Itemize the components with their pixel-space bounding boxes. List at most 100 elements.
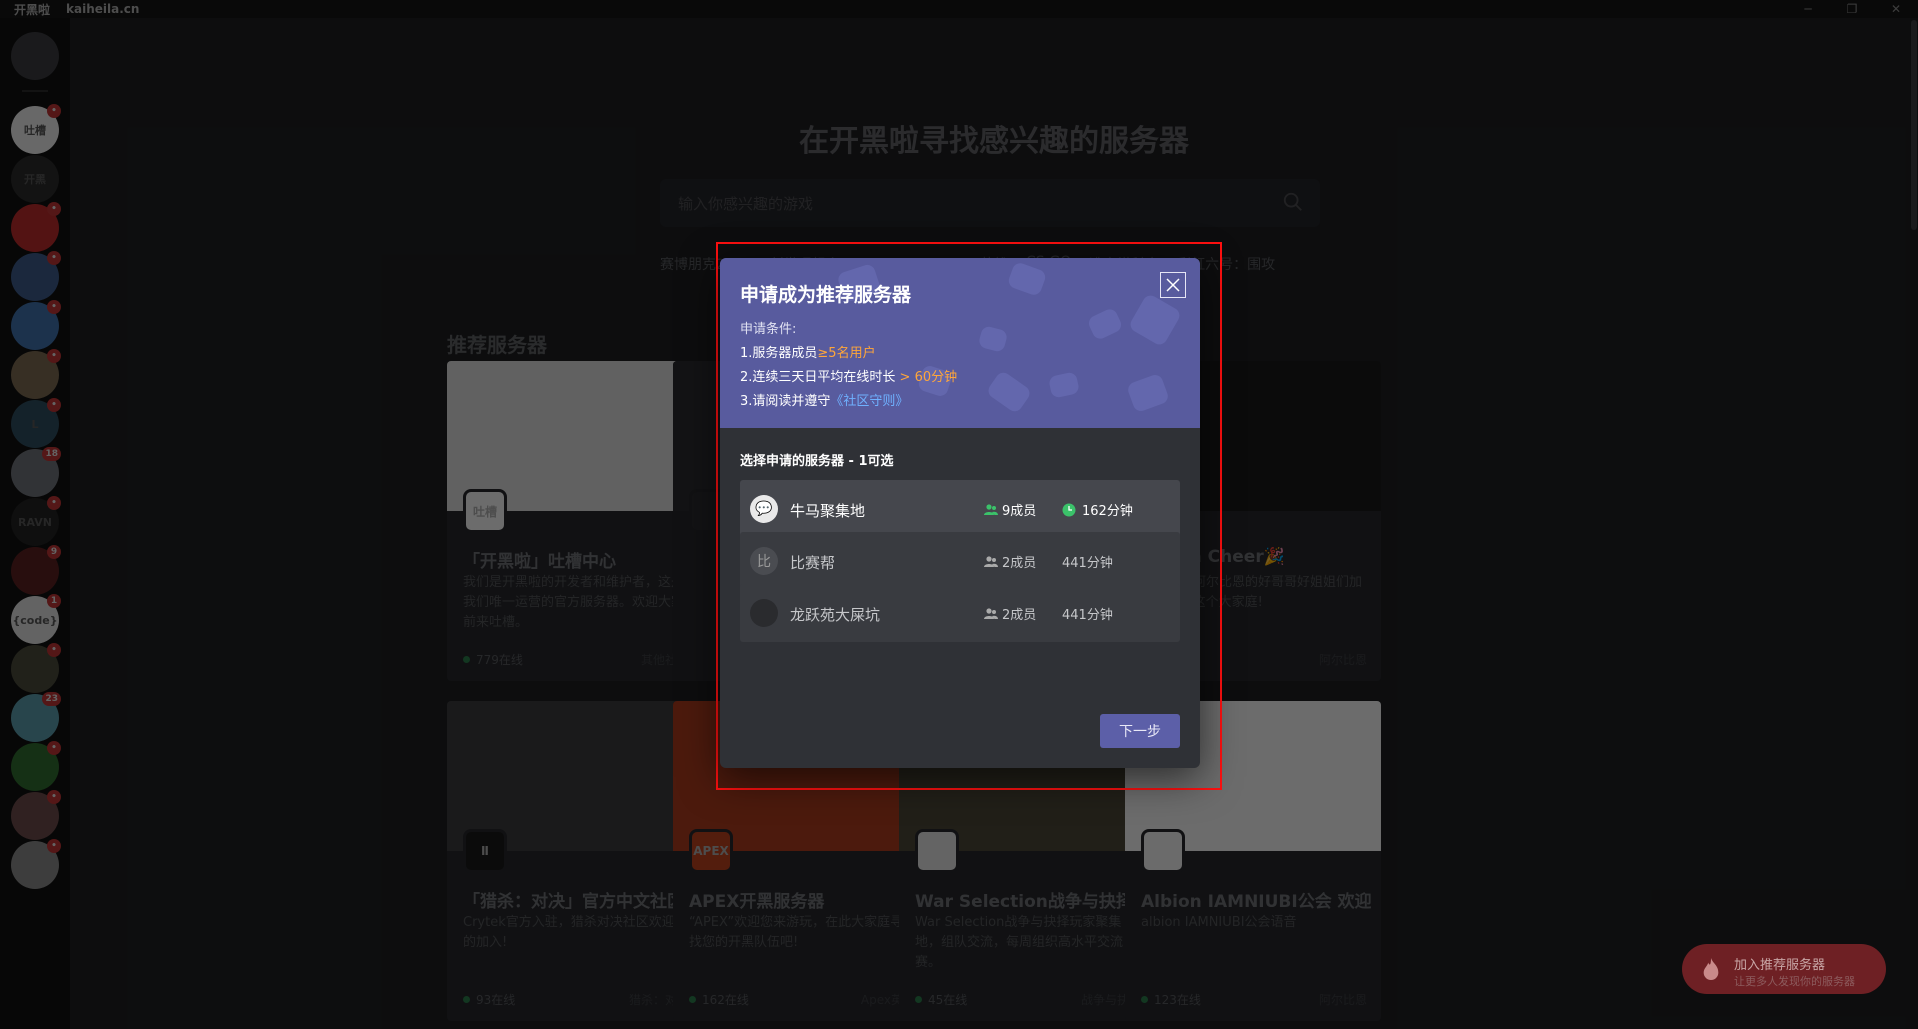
- server-icon-1[interactable]: 吐槽 •: [11, 104, 61, 154]
- server-card[interactable]: 吐槽 「开黑啦」吐槽中心 我们是开黑啦的开发者和维护者，这是我们唯一运营的官方服务器…: [447, 361, 703, 681]
- card-description: War Selection战争与抉择玩家聚集地，组队交流，每周组织高水平交流赛。: [915, 915, 1124, 970]
- card-category: 阿尔比恩: [1318, 653, 1367, 667]
- online-dot-icon: [1141, 996, 1148, 1003]
- close-window-button[interactable]: ✕: [1874, 0, 1918, 18]
- card-logo: [915, 829, 959, 873]
- card-name: 「开黑啦」吐槽中心: [463, 552, 616, 572]
- next-step-button[interactable]: 下一步: [1100, 714, 1180, 748]
- server-icon-label: {code}: [12, 613, 58, 627]
- server-icon-3[interactable]: •: [11, 202, 61, 252]
- server-icon-label: 吐槽: [24, 124, 46, 137]
- server-icon-4[interactable]: •: [11, 251, 61, 301]
- card-name: APEX开黑服务器: [689, 892, 825, 912]
- card-online-count: 162在线: [689, 991, 749, 1008]
- unread-badge: •: [47, 790, 61, 804]
- server-icon-0[interactable]: [11, 32, 59, 80]
- fire-icon: [1703, 958, 1719, 980]
- card-logo: Ⅱ: [463, 829, 507, 873]
- join-recommended-title: 加入推荐服务器: [1734, 958, 1826, 973]
- minimize-button[interactable]: ─: [1786, 0, 1830, 18]
- server-option[interactable]: 💬 牛马聚集地 9成员 162分钟: [740, 480, 1180, 538]
- unread-badge: 18: [42, 447, 61, 461]
- server-icon-16[interactable]: •: [11, 839, 61, 889]
- server-sidebar: 吐槽 • 开黑 • • • • L • 18 RAVN • 9 {code} 1 • 23 • • •: [0, 18, 70, 1029]
- unread-badge: •: [47, 839, 61, 853]
- card-online-count: 45在线: [915, 991, 967, 1008]
- unread-badge: 9: [47, 545, 61, 559]
- unread-badge: 1: [47, 594, 61, 608]
- server-option-time: 441分钟: [1062, 556, 1113, 571]
- server-icon-label: L: [31, 417, 39, 431]
- restore-button[interactable]: ❐: [1830, 0, 1874, 18]
- unread-badge: •: [47, 251, 61, 265]
- search-input[interactable]: 输入你感兴趣的游戏: [660, 179, 1320, 227]
- server-avatar: 比: [750, 547, 778, 575]
- members-icon: [984, 607, 998, 619]
- server-option-time: 441分钟: [1062, 608, 1113, 623]
- server-icon-7[interactable]: L •: [11, 398, 61, 448]
- server-icon-9[interactable]: RAVN •: [11, 496, 61, 546]
- unread-badge: •: [47, 349, 61, 363]
- server-option-members: 2成员: [984, 604, 1036, 623]
- unread-badge: •: [47, 496, 61, 510]
- card-online-count: 93在线: [463, 991, 515, 1008]
- card-description: Crytek官方入驻，猎杀对决社区欢迎你的加入!: [463, 915, 688, 950]
- online-dot-icon: [463, 996, 470, 1003]
- modal-close-button[interactable]: [1160, 272, 1186, 298]
- members-icon: [984, 555, 998, 567]
- server-icon-5[interactable]: •: [11, 300, 61, 350]
- card-logo: [1141, 829, 1185, 873]
- search-placeholder: 输入你感兴趣的游戏: [678, 195, 814, 213]
- server-option-name: 牛马聚集地: [790, 502, 866, 520]
- card-description: albion IAMNIUBI公会语音: [1141, 915, 1297, 930]
- sidebar-divider: [22, 90, 48, 92]
- server-avatar: 💬: [750, 495, 778, 523]
- close-icon: [1166, 278, 1180, 292]
- server-option[interactable]: 龙跃苑大屎坑 2成员 441分钟: [740, 584, 1180, 642]
- server-icon-14[interactable]: •: [11, 741, 61, 791]
- server-icon-12[interactable]: •: [11, 643, 61, 693]
- card-description: “APEX”欢迎您来游玩，在此大家庭寻找您的开黑队伍吧!: [689, 915, 904, 950]
- server-option-name: 龙跃苑大屎坑: [790, 606, 881, 624]
- section-title-recommended: 推荐服务器: [447, 333, 547, 357]
- server-icon-15[interactable]: •: [11, 790, 61, 840]
- unread-badge: •: [47, 300, 61, 314]
- server-icon-13[interactable]: 23: [11, 692, 61, 742]
- modal-title: 申请成为推荐服务器: [740, 284, 912, 306]
- join-recommended-subtitle: 让更多人发现你的服务器: [1734, 975, 1855, 988]
- card-name: Albion IAMNIUBI公会 欢迎...: [1141, 892, 1371, 912]
- online-dot-icon: [463, 656, 470, 663]
- unread-badge: •: [47, 643, 61, 657]
- join-recommended-button[interactable]: 加入推荐服务器 让更多人发现你的服务器: [1682, 944, 1886, 994]
- scrollbar[interactable]: [1910, 18, 1918, 1029]
- unread-badge: •: [47, 398, 61, 412]
- server-icon-8[interactable]: 18: [11, 447, 61, 497]
- search-icon[interactable]: [1282, 191, 1304, 213]
- server-avatar: [750, 599, 778, 627]
- unread-badge: •: [47, 741, 61, 755]
- server-option-members: 2成员: [984, 552, 1036, 571]
- server-option-name: 比赛帮: [790, 554, 836, 572]
- server-card[interactable]: Ⅱ 「猎杀：对决」官方中文社区 Crytek官方入驻，猎杀对决社区欢迎你的加入! 93…: [447, 701, 703, 1021]
- select-server-label: 选择申请的服务器 - 1可选: [740, 454, 894, 469]
- server-icon-2[interactable]: 开黑: [11, 155, 59, 203]
- server-icon-11[interactable]: {code} 1: [11, 594, 61, 644]
- members-icon: [984, 503, 998, 515]
- online-dot-icon: [689, 996, 696, 1003]
- page-title: 在开黑啦寻找感兴趣的服务器: [799, 124, 1189, 159]
- server-icon-10[interactable]: 9: [11, 545, 61, 595]
- community-rules-link[interactable]: 《社区守则》: [830, 394, 908, 409]
- card-name: 「猎杀：对决」官方中文社区: [463, 892, 684, 912]
- card-online-count: 123在线: [1141, 991, 1201, 1008]
- server-icon-6[interactable]: •: [11, 349, 61, 399]
- card-logo: APEX: [689, 829, 733, 873]
- server-option[interactable]: 比比赛帮 2成员 441分钟: [740, 532, 1180, 590]
- card-logo: 吐槽: [463, 489, 507, 533]
- app-brand: 开黑啦: [14, 2, 51, 17]
- unread-badge: 23: [42, 692, 61, 706]
- server-icon-label: 开黑: [24, 173, 46, 186]
- window-controls: ─ ❐ ✕: [1786, 0, 1918, 18]
- unread-badge: •: [47, 104, 61, 118]
- card-category: 阿尔比恩: [1318, 993, 1367, 1007]
- requirement-2: 2.连续三天日平均在线时长 > 60分钟: [740, 370, 958, 385]
